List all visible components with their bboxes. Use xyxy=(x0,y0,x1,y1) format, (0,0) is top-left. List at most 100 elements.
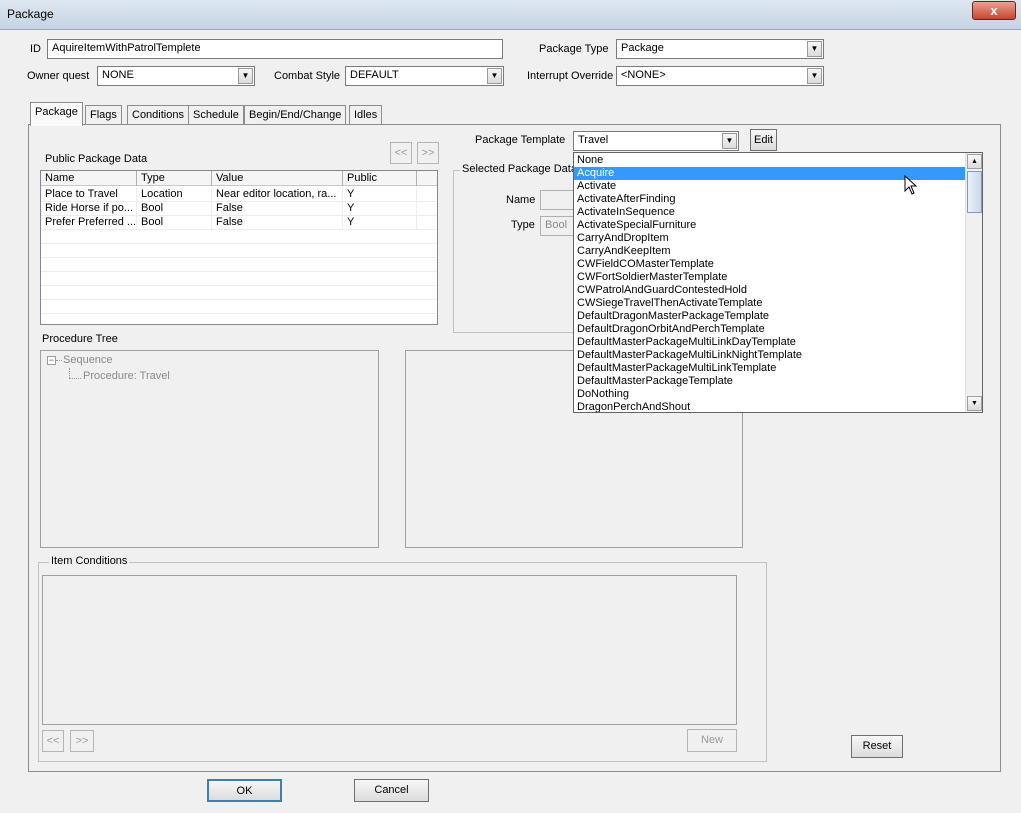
tree-connector xyxy=(69,368,70,378)
mouse-cursor-icon xyxy=(904,175,918,195)
collapse-icon[interactable]: − xyxy=(47,356,56,365)
dropdown-item[interactable]: CWFieldCOMasterTemplate xyxy=(574,258,966,271)
dropdown-item[interactable]: DefaultDragonMasterPackageTemplate xyxy=(574,310,966,323)
cell-value: False xyxy=(212,216,343,230)
scroll-up-icon[interactable]: ▲ xyxy=(967,154,982,169)
tab-idles[interactable]: Idles xyxy=(349,105,383,125)
cancel-button[interactable]: Cancel xyxy=(354,779,429,802)
cell-value: False xyxy=(212,202,343,216)
dropdown-item[interactable]: CWFortSoldierMasterTemplate xyxy=(574,271,966,284)
ok-button[interactable]: OK xyxy=(207,779,282,802)
edit-template-button[interactable]: Edit xyxy=(750,129,777,151)
type-label: Type xyxy=(511,219,535,231)
tree-connector xyxy=(56,360,62,361)
tab-flags[interactable]: Flags xyxy=(85,105,122,125)
double-chevron-left-icon: << xyxy=(394,147,408,159)
close-icon: x xyxy=(990,3,998,18)
tab-package[interactable]: Package xyxy=(30,102,83,126)
tab-begin-end-change[interactable]: Begin/End/Change xyxy=(244,105,347,125)
item-conditions-title: Item Conditions xyxy=(49,555,130,567)
item-conditions-list[interactable] xyxy=(42,575,737,725)
table-row-empty xyxy=(41,244,437,258)
dropdown-item[interactable]: DefaultMasterPackageMultiLinkDayTemplate xyxy=(574,336,966,349)
dropdown-item[interactable]: DefaultMasterPackageMultiLinkNightTempla… xyxy=(574,349,966,362)
name-label: Name xyxy=(506,194,536,206)
cell-type: Location xyxy=(137,188,212,202)
close-button[interactable]: x xyxy=(972,1,1016,20)
dropdown-item[interactable]: CarryAndKeepItem xyxy=(574,245,966,258)
combat-style-select[interactable]: DEFAULT ▼ xyxy=(345,66,504,86)
dropdown-item[interactable]: DoNothing xyxy=(574,388,966,401)
package-template-select[interactable]: Travel ▼ xyxy=(573,131,739,151)
interrupt-override-select[interactable]: <NONE> ▼ xyxy=(616,66,824,86)
tree-node-procedure[interactable]: Procedure: Travel xyxy=(83,370,170,382)
table-row-empty xyxy=(41,258,437,272)
scroll-thumb[interactable] xyxy=(967,171,982,213)
dropdown-item[interactable]: DefaultDragonOrbitAndPerchTemplate xyxy=(574,323,966,336)
dropdown-item[interactable]: DefaultMasterPackageMultiLinkTemplate xyxy=(574,362,966,375)
title-bar: Package x xyxy=(0,0,1021,30)
procedure-tree-title: Procedure Tree xyxy=(42,333,118,345)
owner-quest-value: NONE xyxy=(102,69,134,81)
tab-schedule[interactable]: Schedule xyxy=(188,105,244,125)
dropdown-scrollbar[interactable]: ▲ ▼ xyxy=(965,153,982,412)
double-chevron-right-icon: >> xyxy=(421,147,435,159)
column-header-public[interactable]: Public xyxy=(343,171,417,186)
new-condition-button[interactable]: New xyxy=(687,729,737,752)
chevron-down-icon[interactable]: ▼ xyxy=(487,68,502,84)
id-label: ID xyxy=(30,43,41,55)
cell-name: Prefer Preferred ... xyxy=(41,216,137,230)
public-prev-button[interactable]: << xyxy=(390,142,412,164)
conditions-prev-button[interactable]: << xyxy=(42,730,64,752)
table-row-empty xyxy=(41,300,437,314)
public-data-title: Public Package Data xyxy=(45,153,148,165)
conditions-next-button[interactable]: >> xyxy=(70,730,94,752)
chevron-down-icon[interactable]: ▼ xyxy=(807,41,822,57)
tree-node-sequence[interactable]: Sequence xyxy=(63,354,113,366)
dropdown-item[interactable]: CWSiegeTravelThenActivateTemplate xyxy=(574,297,966,310)
column-header-value[interactable]: Value xyxy=(212,171,343,186)
combat-style-value: DEFAULT xyxy=(350,69,399,81)
chevron-down-icon[interactable]: ▼ xyxy=(238,68,253,84)
public-next-button[interactable]: >> xyxy=(417,142,439,164)
id-input[interactable]: AquireItemWithPatrolTemplete xyxy=(47,39,503,59)
dropdown-item[interactable]: None xyxy=(574,154,966,167)
public-data-table[interactable]: Name Type Value Public Place to Travel L… xyxy=(40,170,438,325)
cell-value: Near editor location, ra... xyxy=(212,188,343,202)
table-row[interactable]: Ride Horse if po... Bool False Y xyxy=(41,202,437,216)
scroll-down-icon[interactable]: ▼ xyxy=(967,396,982,411)
cell-public: Y xyxy=(343,188,417,202)
table-row[interactable]: Place to Travel Location Near editor loc… xyxy=(41,188,437,202)
owner-quest-select[interactable]: NONE ▼ xyxy=(97,66,255,86)
package-type-select[interactable]: Package ▼ xyxy=(616,39,824,59)
dropdown-item[interactable]: DragonPerchAndShout xyxy=(574,401,966,412)
table-row[interactable]: Prefer Preferred ... Bool False Y xyxy=(41,216,437,230)
interrupt-override-value: <NONE> xyxy=(621,69,666,81)
package-template-dropdown[interactable]: None Acquire Activate ActivateAfterFindi… xyxy=(573,152,983,413)
chevron-down-icon[interactable]: ▼ xyxy=(722,133,737,149)
dropdown-item[interactable]: DefaultMasterPackageTemplate xyxy=(574,375,966,388)
owner-quest-label: Owner quest xyxy=(27,70,90,82)
chevron-down-icon[interactable]: ▼ xyxy=(807,68,822,84)
package-type-value: Package xyxy=(621,42,664,54)
cell-name: Ride Horse if po... xyxy=(41,202,137,216)
dropdown-item[interactable]: ActivateSpecialFurniture xyxy=(574,219,966,232)
cell-public: Y xyxy=(343,216,417,230)
interrupt-override-label: Interrupt Override xyxy=(527,70,614,82)
procedure-tree[interactable]: − Sequence Procedure: Travel xyxy=(40,350,379,548)
package-template-label: Package Template xyxy=(475,134,566,146)
reset-button[interactable]: Reset xyxy=(851,735,903,758)
dropdown-item[interactable]: ActivateInSequence xyxy=(574,206,966,219)
combat-style-label: Combat Style xyxy=(274,70,341,82)
selected-package-data-title: Selected Package Data xyxy=(460,163,579,175)
column-header-type[interactable]: Type xyxy=(137,171,212,186)
cell-public: Y xyxy=(343,202,417,216)
window-title: Package xyxy=(7,7,54,21)
tab-conditions[interactable]: Conditions xyxy=(127,105,189,125)
dropdown-item[interactable]: CarryAndDropItem xyxy=(574,232,966,245)
column-header-name[interactable]: Name xyxy=(41,171,137,186)
cell-type: Bool xyxy=(137,202,212,216)
package-type-label: Package Type xyxy=(539,43,609,55)
table-row-empty xyxy=(41,230,437,244)
dropdown-item[interactable]: CWPatrolAndGuardContestedHold xyxy=(574,284,966,297)
